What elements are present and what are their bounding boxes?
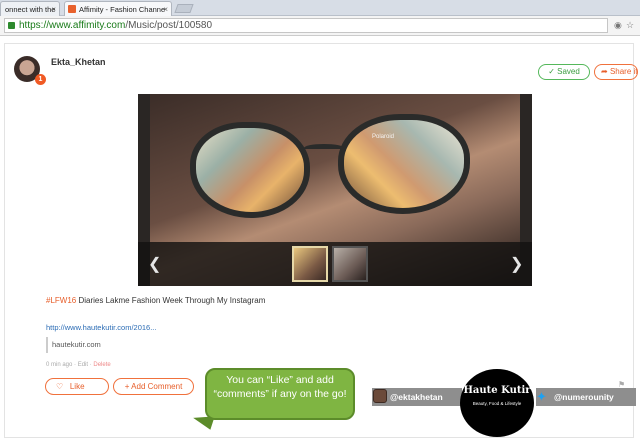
share-button[interactable]: ➦ Share it!	[594, 64, 638, 80]
saved-label: Saved	[557, 67, 580, 76]
affimity-favicon-icon	[68, 5, 76, 13]
saved-button[interactable]: ✓ Saved	[538, 64, 590, 80]
chevron-right-icon[interactable]: ❯	[510, 254, 523, 274]
url-field[interactable]: https://www.affimity.com/Music/post/1005…	[4, 18, 608, 33]
sunglasses-bridge	[304, 144, 344, 152]
post-meta: 0 min ago · Edit · Delete	[46, 362, 111, 368]
callout-annotation: You can “Like” and add “comments” if any…	[205, 368, 355, 420]
twitter-icon: ✦	[536, 389, 547, 404]
check-icon: ✓	[548, 67, 555, 76]
new-tab-button[interactable]	[174, 4, 194, 13]
extension-icon[interactable]: ◉	[614, 20, 622, 31]
chevron-left-icon[interactable]: ❮	[148, 254, 161, 274]
tab-title: Affimity - Fashion Channe	[79, 5, 166, 14]
logo-subtitle: Beauty, Food & Lifestyle	[472, 401, 522, 406]
post-title-text: Diaries Lakme Fashion Week Through My In…	[76, 296, 266, 305]
share-label: Share it!	[609, 67, 638, 76]
thumbnail-strip	[138, 242, 532, 286]
haute-kutir-logo: Haute Kutir Beauty, Food & Lifestyle	[460, 369, 534, 437]
post-card: 1 Ekta_Khetan ✓ Saved ➦ Share it! Polaro…	[4, 43, 638, 438]
page-content: 1 Ekta_Khetan ✓ Saved ➦ Share it! Polaro…	[0, 37, 640, 440]
url-path: /Music/post/100580	[125, 20, 213, 31]
post-image-gallery: Polaroid ❮ ❯	[138, 94, 532, 286]
like-label: Like	[69, 382, 85, 391]
sunglasses-right-lens	[338, 114, 470, 214]
edit-link[interactable]: Edit	[78, 362, 88, 368]
twitter-handle-bar: @numerounity	[536, 388, 636, 406]
post-title[interactable]: #LFW16 Diaries Lakme Fashion Week Throug…	[46, 296, 265, 305]
close-icon[interactable]: ×	[51, 2, 56, 16]
like-button[interactable]: ♡ Like	[45, 378, 109, 395]
instagram-icon	[373, 389, 387, 403]
gallery-thumbnail[interactable]	[292, 246, 328, 282]
add-comment-button[interactable]: + Add Comment	[113, 378, 194, 395]
tab-title: onnect with the	[5, 5, 56, 14]
browser-tab-strip: onnect with the × Affimity - Fashion Cha…	[0, 0, 640, 16]
heart-icon: ♡	[56, 382, 64, 391]
hashtag[interactable]: #LFW16	[46, 296, 76, 305]
post-time: 0 min ago	[46, 362, 73, 368]
delete-link[interactable]: Delete	[93, 362, 110, 368]
gallery-thumbnail[interactable]	[332, 246, 368, 282]
address-bar: https://www.affimity.com/Music/post/1005…	[0, 16, 640, 36]
lock-icon	[8, 22, 15, 29]
username[interactable]: Ekta_Khetan	[51, 57, 106, 67]
browser-tab-2[interactable]: Affimity - Fashion Channe ×	[64, 1, 172, 16]
url-host: https://www.affimity.com	[19, 20, 126, 31]
bookmark-star-icon[interactable]: ☆	[626, 20, 634, 31]
share-icon: ➦	[601, 67, 608, 76]
link-domain: hautekutir.com	[46, 337, 101, 353]
close-icon[interactable]: ×	[163, 2, 168, 16]
image-brand-text: Polaroid	[372, 134, 395, 140]
browser-tab-1[interactable]: onnect with the ×	[0, 1, 60, 16]
logo-title: Haute Kutir	[463, 385, 531, 396]
post-link[interactable]: http://www.hautekutir.com/2016...	[46, 323, 156, 332]
notification-badge: 1	[35, 74, 46, 85]
sunglasses-left-lens	[190, 122, 310, 218]
